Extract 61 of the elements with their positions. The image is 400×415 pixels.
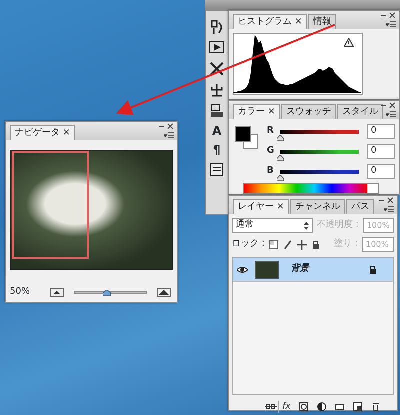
channel-label: G xyxy=(267,144,276,158)
play-icon[interactable] xyxy=(209,40,225,56)
layer-row[interactable]: 背景 xyxy=(233,258,393,282)
mask-icon[interactable] xyxy=(299,402,309,412)
zoom-in-icon[interactable] xyxy=(157,288,171,298)
panel-tab[interactable]: カラー × xyxy=(233,104,280,119)
panel-tab[interactable]: ヒストグラム × xyxy=(233,14,308,29)
panel-menu-icon[interactable] xyxy=(386,21,396,28)
fill-label: 塗り : xyxy=(334,238,358,251)
slider-thumb[interactable] xyxy=(277,154,284,160)
dropdown-arrows-icon xyxy=(304,222,310,230)
scissors-icon[interactable] xyxy=(209,61,225,77)
panel-menu-icon[interactable] xyxy=(164,132,174,139)
foreground-swatch[interactable] xyxy=(235,126,251,142)
close-icon[interactable] xyxy=(389,102,396,109)
lock-transparency-icon[interactable] xyxy=(268,240,279,250)
zoom-percentage[interactable]: 50% xyxy=(10,286,46,300)
eye-icon[interactable] xyxy=(237,266,248,274)
panel-tab[interactable]: チャンネル xyxy=(290,199,346,214)
opacity-label: 不透明度 : xyxy=(317,218,359,232)
photo-placeholder xyxy=(255,260,279,278)
close-icon[interactable] xyxy=(167,123,174,130)
dock-glyph[interactable]: A xyxy=(212,124,222,138)
blend-mode-dropdown[interactable]: 通常 xyxy=(232,218,314,233)
folder-icon[interactable] xyxy=(335,402,345,412)
warning-icon xyxy=(344,38,354,47)
channel-label: R xyxy=(267,124,275,138)
value-field[interactable]: 0 xyxy=(367,144,395,159)
lock-icon[interactable] xyxy=(310,240,321,250)
panel-menu-icon[interactable] xyxy=(384,206,394,213)
move-icon[interactable] xyxy=(296,240,307,250)
panel-tab[interactable]: スタイル xyxy=(337,104,384,119)
close-icon[interactable] xyxy=(387,197,394,204)
panel-tab[interactable]: レイヤー × xyxy=(233,199,290,214)
new-layer-icon[interactable] xyxy=(353,402,363,412)
trash-icon[interactable] xyxy=(371,402,381,412)
panel-tab[interactable]: ナビゲータ × xyxy=(10,125,76,140)
stamp-icon[interactable] xyxy=(209,103,225,119)
fx-button[interactable]: fx xyxy=(278,401,295,413)
panel-icon[interactable] xyxy=(209,162,225,178)
panel-tab[interactable]: パス xyxy=(346,199,374,214)
slider-thumb[interactable] xyxy=(277,174,284,180)
zoom-out-icon[interactable] xyxy=(50,288,64,298)
panel-tab[interactable]: スウォッチ xyxy=(281,104,336,119)
value-field[interactable]: 0 xyxy=(367,164,395,179)
channel-label: B xyxy=(267,164,275,178)
dock-glyph[interactable]: ¶ xyxy=(213,143,221,157)
color-spectrum[interactable] xyxy=(243,183,379,194)
close-icon[interactable] xyxy=(389,12,396,19)
layer-name[interactable]: 背景 xyxy=(291,262,365,276)
link-icon[interactable] xyxy=(264,403,278,411)
value-field[interactable]: 0 xyxy=(367,124,395,139)
background-swatch[interactable] xyxy=(243,134,258,149)
view-rectangle[interactable] xyxy=(12,151,89,259)
panel-menu-icon[interactable] xyxy=(386,111,396,118)
lock-label: ロック : xyxy=(232,238,265,251)
panel-tab[interactable]: 情報 xyxy=(308,14,336,29)
adjustment-icon[interactable] xyxy=(317,402,327,412)
lock-brush-icon[interactable] xyxy=(282,240,293,250)
slider-thumb[interactable] xyxy=(277,134,284,140)
zoom-slider-thumb[interactable] xyxy=(102,290,111,296)
